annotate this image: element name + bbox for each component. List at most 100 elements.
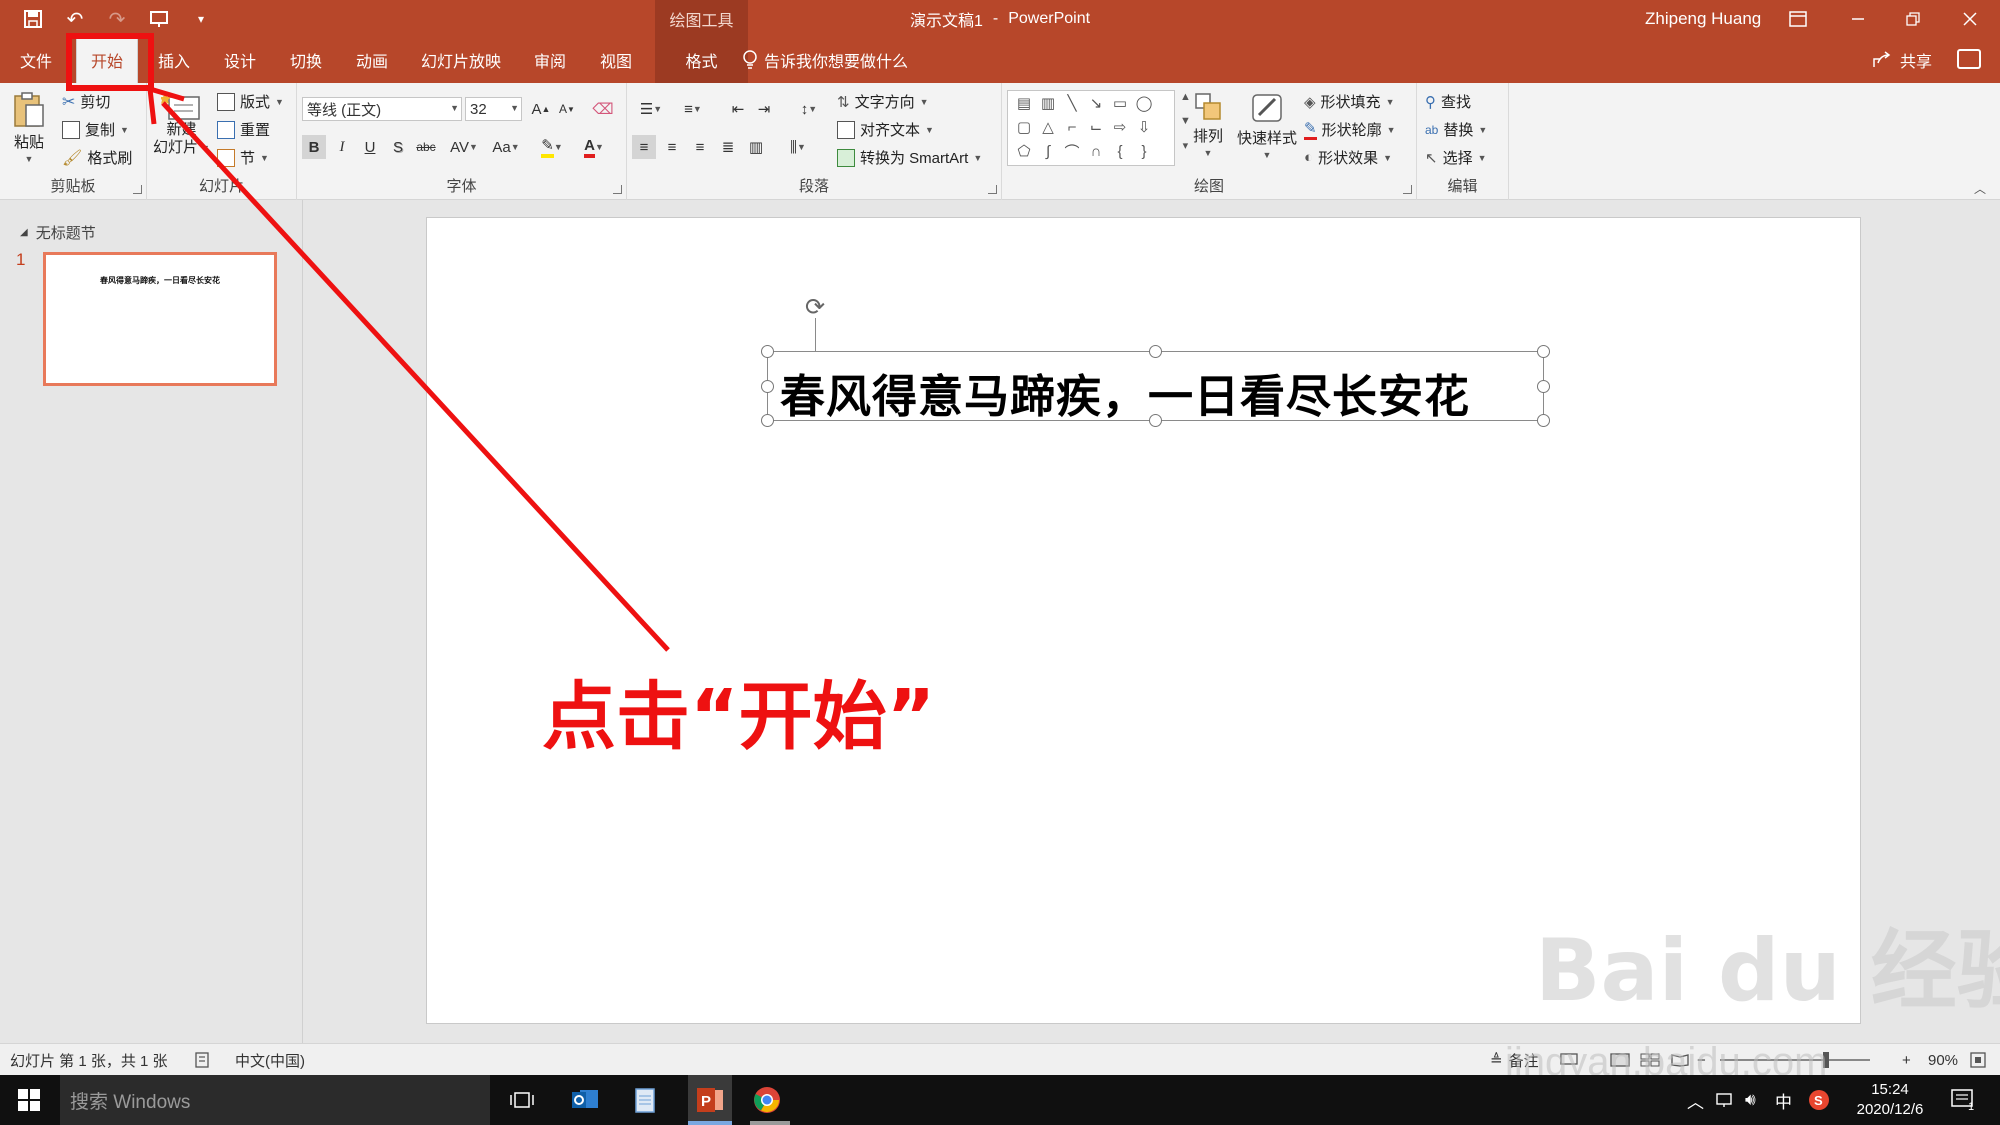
fit-to-window-icon[interactable]: [1970, 1044, 1986, 1076]
shape-effects-button[interactable]: ◐ 形状效果 ▼: [1304, 147, 1392, 168]
decrease-indent-icon[interactable]: ⇤: [726, 97, 750, 121]
resize-handle-top[interactable]: [1149, 345, 1162, 358]
shape-left-brace-icon[interactable]: {: [1108, 139, 1132, 163]
section-header[interactable]: ◢ 无标题节: [20, 222, 96, 243]
bullets-icon[interactable]: ☰ ▼: [632, 97, 670, 121]
start-slideshow-icon[interactable]: [146, 6, 172, 32]
zoom-in-icon[interactable]: +: [1902, 1044, 1911, 1076]
replace-button[interactable]: ab 替换 ▼: [1425, 119, 1487, 140]
tab-file[interactable]: 文件: [10, 37, 62, 83]
rotate-handle-icon[interactable]: ⟳: [803, 294, 827, 321]
shapes-scroll-up-icon[interactable]: ▲: [1180, 91, 1191, 103]
align-left-icon[interactable]: ≡: [632, 135, 656, 159]
font-launcher-icon[interactable]: [613, 185, 622, 194]
ribbon-display-options-icon[interactable]: [1768, 0, 1828, 37]
tab-slideshow[interactable]: 幻灯片放映: [414, 37, 508, 83]
highlight-color-icon[interactable]: ✎ ▼: [533, 135, 571, 159]
collapse-ribbon-icon[interactable]: ︿: [1974, 180, 1986, 197]
tab-animations[interactable]: 动画: [346, 37, 398, 83]
distributed-icon[interactable]: ▥: [744, 135, 768, 159]
volume-icon[interactable]: 🔊︎: [1745, 1075, 1756, 1125]
arrange-button[interactable]: 排列 ▼: [1192, 91, 1224, 158]
network-icon[interactable]: [1715, 1075, 1735, 1125]
tell-me-box[interactable]: 告诉我你想要做什么: [742, 37, 908, 83]
shape-fill-button[interactable]: ◈ 形状填充 ▼: [1304, 91, 1394, 112]
drawing-launcher-icon[interactable]: [1403, 185, 1412, 194]
resize-handle-bottom-left[interactable]: [761, 414, 774, 427]
paste-button[interactable]: 粘贴 ▼: [12, 91, 46, 164]
shape-arrow-line-icon[interactable]: ↘: [1084, 91, 1108, 115]
font-name-dropdown-icon[interactable]: ▼: [450, 103, 459, 113]
tab-review[interactable]: 审阅: [524, 37, 576, 83]
save-icon[interactable]: [20, 6, 46, 32]
find-button[interactable]: ⚲ 查找: [1425, 91, 1471, 112]
minimize-icon[interactable]: [1828, 0, 1888, 37]
shape-line-icon[interactable]: ╲: [1060, 91, 1084, 115]
font-color-icon[interactable]: A ▼: [575, 135, 613, 159]
ime-indicator[interactable]: 中: [1775, 1075, 1792, 1125]
justify-icon[interactable]: ≣: [716, 135, 740, 159]
reset-button[interactable]: 重置: [217, 119, 270, 140]
cut-button[interactable]: ✂ 剪切: [62, 91, 110, 112]
resize-handle-top-left[interactable]: [761, 345, 774, 358]
show-hidden-icons-icon[interactable]: ︿: [1687, 1075, 1704, 1125]
shape-down-arrow-icon[interactable]: ⇩: [1132, 115, 1156, 139]
zoom-level[interactable]: 90%: [1928, 1044, 1958, 1076]
copy-button[interactable]: 复制 ▼: [62, 119, 129, 140]
font-size-dropdown-icon[interactable]: ▼: [510, 103, 519, 113]
selected-textbox[interactable]: 春风得意马蹄疾，一日看尽长安花: [761, 345, 1550, 427]
shape-right-arrow-icon[interactable]: ⇨: [1108, 115, 1132, 139]
shapes-more-icon[interactable]: ▾: [1183, 139, 1189, 152]
share-button[interactable]: 共享: [1872, 37, 1932, 83]
resize-handle-left[interactable]: [761, 380, 774, 393]
comments-icon[interactable]: [1957, 49, 1981, 69]
shapes-scroll-down-icon[interactable]: ▼: [1180, 115, 1191, 127]
shape-outline-button[interactable]: ✎ 形状轮廓 ▼: [1304, 119, 1396, 140]
align-right-icon[interactable]: ≡: [688, 135, 712, 159]
select-button[interactable]: ↖ 选择 ▼: [1425, 147, 1487, 168]
section-button[interactable]: 节 ▼: [217, 147, 269, 168]
new-slide-dropdown-icon[interactable]: ▼: [201, 139, 210, 157]
numbering-icon[interactable]: ≡ ▼: [674, 97, 712, 121]
spell-check-icon[interactable]: [195, 1044, 213, 1076]
shrink-font-icon[interactable]: A ▼: [555, 97, 579, 121]
character-spacing-icon[interactable]: AV ▼: [445, 135, 483, 159]
powerpoint-taskbar-icon[interactable]: P: [688, 1075, 732, 1125]
shape-textbox-icon[interactable]: ▤: [1012, 91, 1036, 115]
windows-start-icon[interactable]: [18, 1089, 40, 1111]
tab-design[interactable]: 设计: [214, 37, 266, 83]
italic-icon[interactable]: I: [330, 135, 354, 159]
paste-dropdown-icon[interactable]: ▼: [25, 154, 34, 164]
shape-rounded-rect-icon[interactable]: ▢: [1012, 115, 1036, 139]
undo-icon[interactable]: ↶: [62, 6, 88, 32]
clipboard-launcher-icon[interactable]: [133, 185, 142, 194]
align-text-button[interactable]: 对齐文本 ▼: [837, 119, 934, 140]
close-icon[interactable]: [1940, 0, 2000, 37]
shape-triangle-icon[interactable]: △: [1036, 115, 1060, 139]
format-painter-button[interactable]: 🖌 格式刷: [62, 147, 132, 168]
tab-view[interactable]: 视图: [590, 37, 642, 83]
windows-search-box[interactable]: 搜索 Windows: [60, 1075, 490, 1125]
language-indicator[interactable]: 中文(中国): [235, 1044, 305, 1076]
shape-arc-icon[interactable]: ⌒: [1060, 139, 1084, 163]
layout-button[interactable]: 版式 ▼: [217, 91, 284, 112]
account-name[interactable]: Zhipeng Huang: [1645, 0, 1761, 37]
bold-icon[interactable]: B: [302, 135, 326, 159]
resize-handle-right[interactable]: [1537, 380, 1550, 393]
change-case-icon[interactable]: Aa ▼: [487, 135, 525, 159]
new-slide-button[interactable]: 新建 幻灯片 ▼: [153, 91, 210, 157]
resize-handle-bottom-right[interactable]: [1537, 414, 1550, 427]
shape-vertical-textbox-icon[interactable]: ▥: [1036, 91, 1060, 115]
shapes-gallery[interactable]: ▤ ▥ ╲ ↘ ▭ ◯ ▢ △ ⌐ ⌙ ⇨ ⇩ ⬠ ∫ ⌒ ∩ { }: [1007, 90, 1175, 166]
task-view-icon[interactable]: [505, 1083, 539, 1117]
underline-icon[interactable]: U: [358, 135, 382, 159]
shape-rectangle-icon[interactable]: ▭: [1108, 91, 1132, 115]
increase-indent-icon[interactable]: ⇥: [752, 97, 776, 121]
shape-oval-icon[interactable]: ◯: [1132, 91, 1156, 115]
restore-icon[interactable]: [1883, 0, 1943, 37]
font-size-combo[interactable]: 32 ▼: [465, 97, 522, 121]
grow-font-icon[interactable]: A ▲: [529, 97, 553, 121]
shapes-scroll[interactable]: ▲ ▼ ▾: [1180, 91, 1191, 152]
shape-freeform-icon[interactable]: ⬠: [1012, 139, 1036, 163]
text-direction-button[interactable]: ⇅ 文字方向 ▼: [837, 91, 929, 112]
